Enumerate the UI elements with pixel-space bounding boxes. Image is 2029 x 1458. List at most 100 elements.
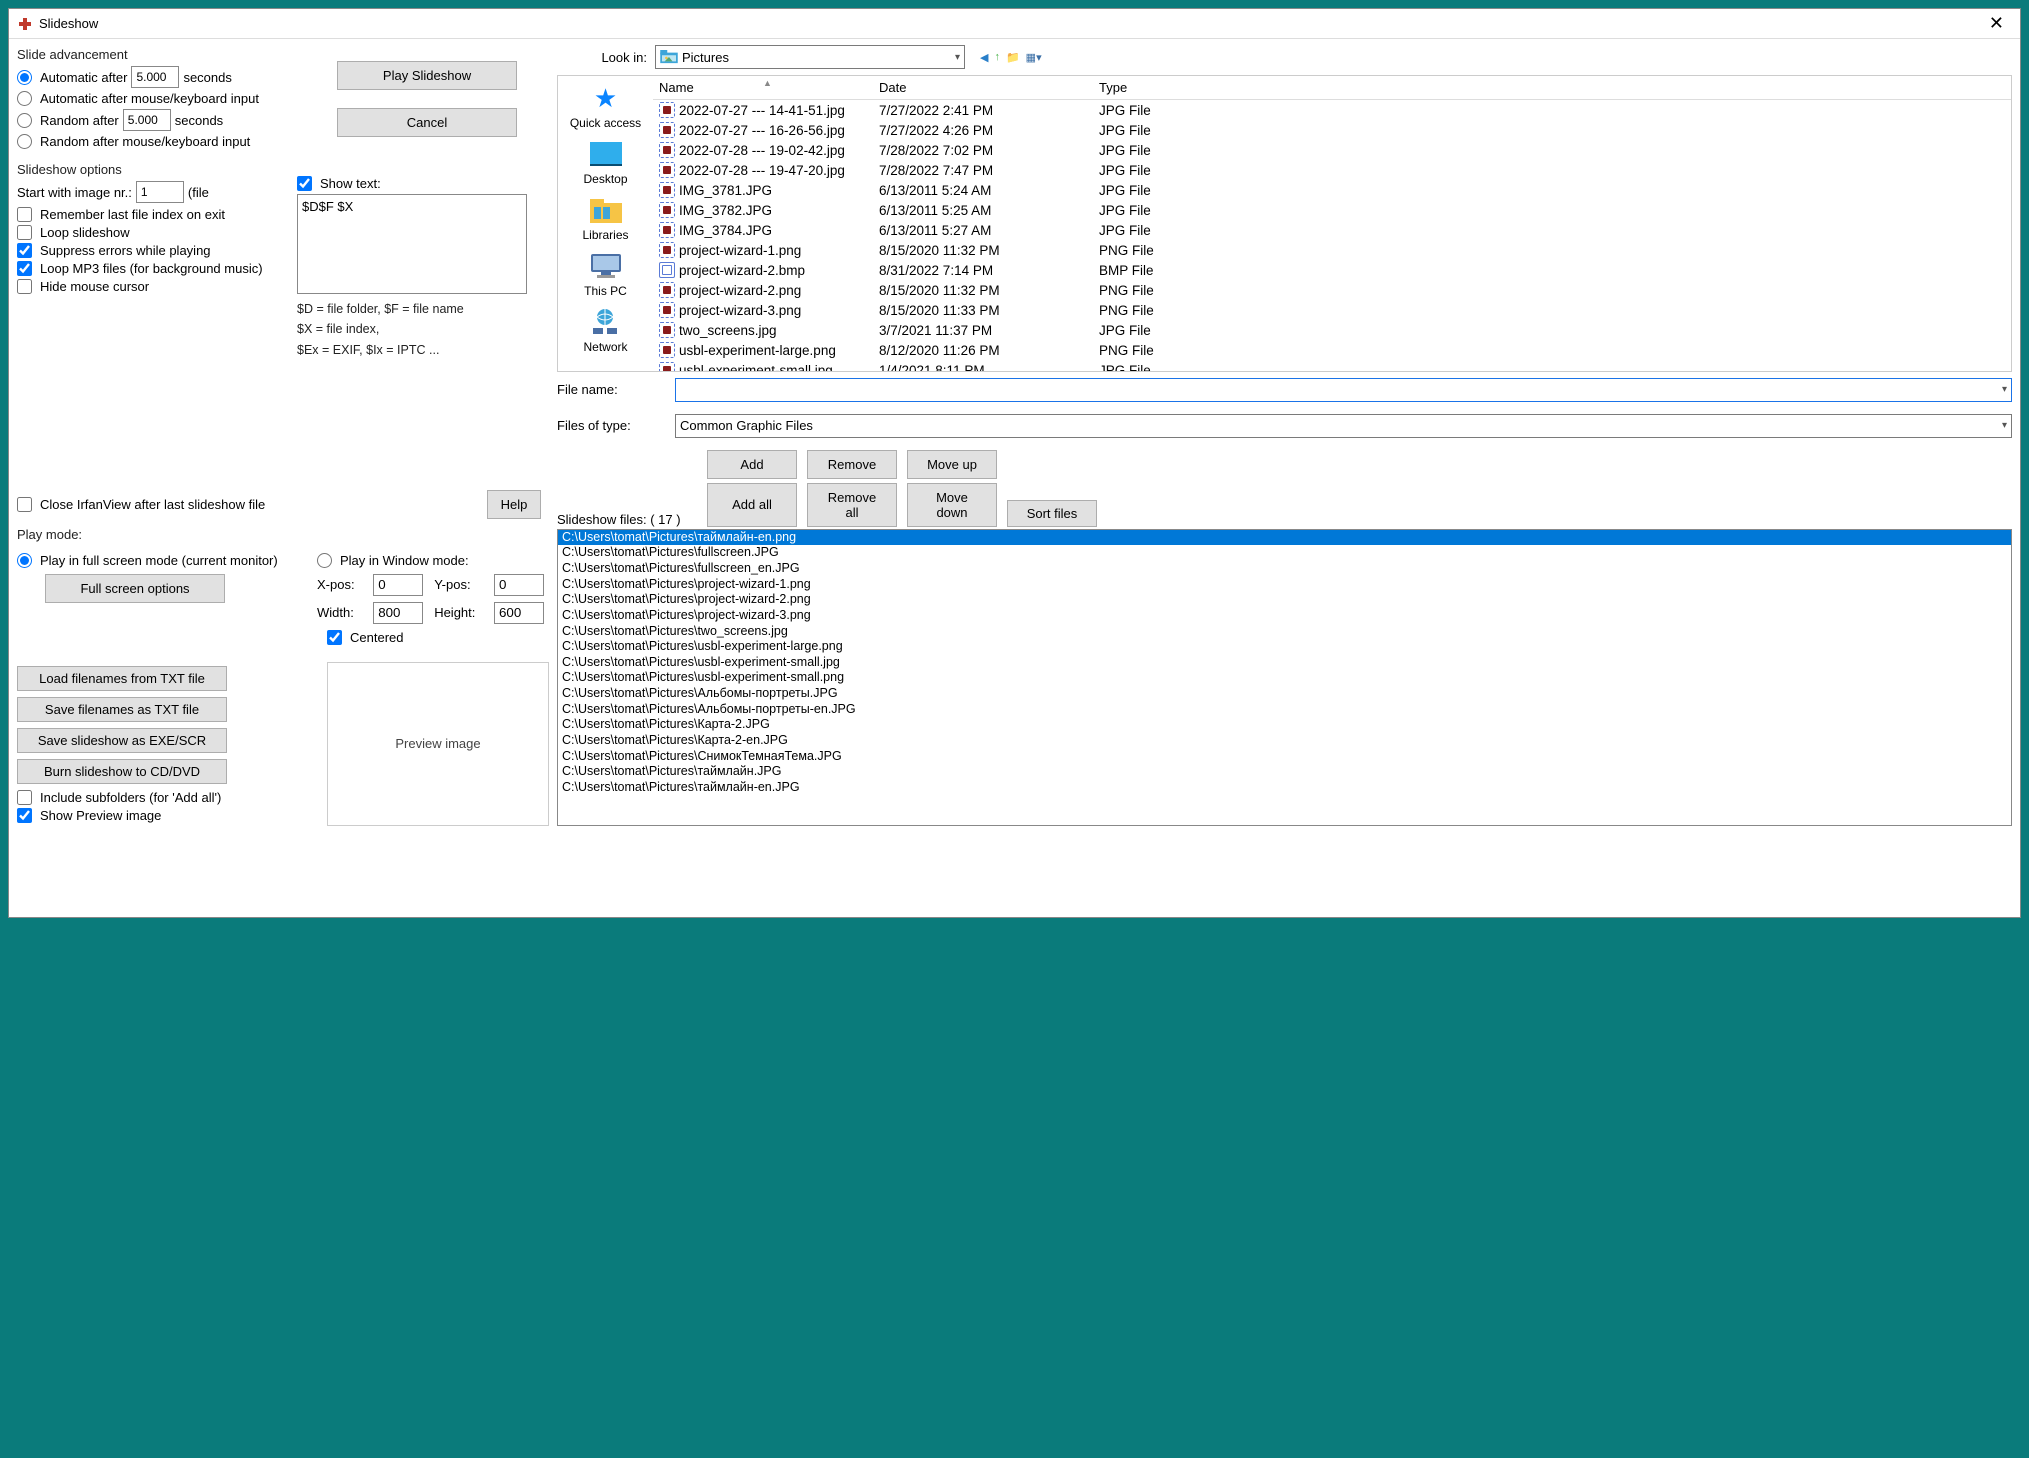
place-desktop[interactable]: Desktop — [583, 138, 627, 186]
label-filename: File name: — [557, 382, 667, 397]
remove-all-button[interactable]: Remove all — [807, 483, 897, 527]
auto-time-input[interactable] — [131, 66, 179, 88]
file-row[interactable]: project-wizard-1.png8/15/2020 11:32 PMPN… — [653, 240, 2011, 260]
file-date: 7/28/2022 7:47 PM — [879, 163, 1099, 178]
file-row[interactable]: IMG_3784.JPG6/13/2011 5:27 AMJPG File — [653, 220, 2011, 240]
height-input[interactable] — [494, 602, 544, 624]
radio-random-input[interactable] — [17, 134, 32, 149]
place-quick-access[interactable]: ★ Quick access — [570, 82, 641, 130]
view-menu-icon[interactable]: ▦▾ — [1025, 50, 1043, 65]
file-icon — [659, 262, 675, 278]
filename-input[interactable]: ▾ — [675, 378, 2012, 402]
width-input[interactable] — [373, 602, 423, 624]
file-row[interactable]: IMG_3781.JPG6/13/2011 5:24 AMJPG File — [653, 180, 2011, 200]
label-random-after: Random after — [40, 113, 119, 128]
place-libraries-label: Libraries — [582, 228, 628, 242]
play-slideshow-button[interactable]: Play Slideshow — [337, 61, 517, 90]
file-date: 7/27/2022 4:26 PM — [879, 123, 1099, 138]
check-remember[interactable] — [17, 207, 32, 222]
check-suppress[interactable] — [17, 243, 32, 258]
check-include-sub[interactable] — [17, 790, 32, 805]
burn-button[interactable]: Burn slideshow to CD/DVD — [17, 759, 227, 784]
file-row[interactable]: 2022-07-28 --- 19-47-20.jpg7/28/2022 7:4… — [653, 160, 2011, 180]
file-row[interactable]: project-wizard-3.png8/15/2020 11:33 PMPN… — [653, 300, 2011, 320]
slideshow-list-item[interactable]: C:\Users\tomat\Pictures\fullscreen.JPG — [558, 545, 2011, 561]
radio-random-after[interactable] — [17, 113, 32, 128]
file-row[interactable]: project-wizard-2.bmp8/31/2022 7:14 PMBMP… — [653, 260, 2011, 280]
lookin-combo[interactable]: Pictures ▾ — [655, 45, 965, 69]
section-options: Slideshow options — [17, 162, 289, 177]
move-up-button[interactable]: Move up — [907, 450, 997, 479]
slideshow-list-item[interactable]: C:\Users\tomat\Pictures\usbl-experiment-… — [558, 670, 2011, 686]
start-image-input[interactable] — [136, 181, 184, 203]
text-pattern-input[interactable]: $D$F $X — [297, 194, 527, 294]
col-type[interactable]: Type — [1099, 80, 2005, 95]
cancel-button[interactable]: Cancel — [337, 108, 517, 137]
file-type: PNG File — [1099, 283, 2005, 298]
move-down-button[interactable]: Move down — [907, 483, 997, 527]
check-centered[interactable] — [327, 630, 342, 645]
check-show-text[interactable] — [297, 176, 312, 191]
radio-auto-after[interactable] — [17, 70, 32, 85]
file-row[interactable]: project-wizard-2.png8/15/2020 11:32 PMPN… — [653, 280, 2011, 300]
remove-button[interactable]: Remove — [807, 450, 897, 479]
slideshow-files-list[interactable]: C:\Users\tomat\Pictures\таймлайн-en.pngC… — [557, 529, 2012, 826]
file-row[interactable]: usbl-experiment-small.jpg1/4/2021 8:11 P… — [653, 360, 2011, 371]
save-txt-button[interactable]: Save filenames as TXT file — [17, 697, 227, 722]
radio-auto-input[interactable] — [17, 91, 32, 106]
check-loop[interactable] — [17, 225, 32, 240]
ypos-input[interactable] — [494, 574, 544, 596]
save-exe-button[interactable]: Save slideshow as EXE/SCR — [17, 728, 227, 753]
slideshow-list-item[interactable]: C:\Users\tomat\Pictures\fullscreen_en.JP… — [558, 561, 2011, 577]
place-network-label: Network — [583, 340, 627, 354]
random-time-input[interactable] — [123, 109, 171, 131]
xpos-input[interactable] — [373, 574, 423, 596]
place-network[interactable]: Network — [583, 306, 627, 354]
slideshow-list-item[interactable]: C:\Users\tomat\Pictures\project-wizard-2… — [558, 592, 2011, 608]
help-button[interactable]: Help — [487, 490, 541, 519]
slideshow-list-item[interactable]: C:\Users\tomat\Pictures\таймлайн-en.png — [558, 530, 2011, 546]
check-close-after[interactable] — [17, 497, 32, 512]
slideshow-list-item[interactable]: C:\Users\tomat\Pictures\usbl-experiment-… — [558, 655, 2011, 671]
col-date[interactable]: Date — [879, 80, 1099, 95]
check-hide-cursor[interactable] — [17, 279, 32, 294]
place-this-pc[interactable]: This PC — [584, 250, 627, 298]
back-icon[interactable]: ◀ — [979, 50, 989, 65]
close-button[interactable]: ✕ — [1981, 13, 2012, 34]
file-row[interactable]: two_screens.jpg3/7/2021 11:37 PMJPG File — [653, 320, 2011, 340]
slideshow-list-item[interactable]: C:\Users\tomat\Pictures\project-wizard-3… — [558, 608, 2011, 624]
add-button[interactable]: Add — [707, 450, 797, 479]
slideshow-list-item[interactable]: C:\Users\tomat\Pictures\two_screens.jpg — [558, 624, 2011, 640]
slideshow-list-item[interactable]: C:\Users\tomat\Pictures\Карта-2.JPG — [558, 717, 2011, 733]
file-row[interactable]: IMG_3782.JPG6/13/2011 5:25 AMJPG File — [653, 200, 2011, 220]
slideshow-list-item[interactable]: C:\Users\tomat\Pictures\Карта-2-en.JPG — [558, 733, 2011, 749]
check-show-preview[interactable] — [17, 808, 32, 823]
file-row[interactable]: 2022-07-28 --- 19-02-42.jpg7/28/2022 7:0… — [653, 140, 2011, 160]
label-close-after: Close IrfanView after last slideshow fil… — [40, 497, 265, 512]
check-loop-mp3[interactable] — [17, 261, 32, 276]
file-row[interactable]: 2022-07-27 --- 14-41-51.jpg7/27/2022 2:4… — [653, 100, 2011, 120]
slideshow-list-item[interactable]: C:\Users\tomat\Pictures\usbl-experiment-… — [558, 639, 2011, 655]
load-txt-button[interactable]: Load filenames from TXT file — [17, 666, 227, 691]
file-row[interactable]: usbl-experiment-large.png8/12/2020 11:26… — [653, 340, 2011, 360]
filelist-header[interactable]: Name ▲ Date Type — [653, 76, 2011, 100]
filelist-body[interactable]: 2022-07-27 --- 14-41-51.jpg7/27/2022 2:4… — [653, 100, 2011, 371]
file-row[interactable]: 2022-07-27 --- 16-26-56.jpg7/27/2022 4:2… — [653, 120, 2011, 140]
add-all-button[interactable]: Add all — [707, 483, 797, 527]
slideshow-list-item[interactable]: C:\Users\tomat\Pictures\таймлайн.JPG — [558, 764, 2011, 780]
place-libraries[interactable]: Libraries — [582, 194, 628, 242]
slideshow-list-item[interactable]: C:\Users\tomat\Pictures\Альбомы-портреты… — [558, 702, 2011, 718]
slideshow-list-item[interactable]: C:\Users\tomat\Pictures\Альбомы-портреты… — [558, 686, 2011, 702]
file-date: 6/13/2011 5:27 AM — [879, 223, 1099, 238]
radio-fullscreen[interactable] — [17, 553, 32, 568]
fullscreen-options-button[interactable]: Full screen options — [45, 574, 225, 603]
sort-files-button[interactable]: Sort files — [1007, 500, 1097, 527]
filetype-combo[interactable]: Common Graphic Files ▾ — [675, 414, 2012, 438]
slideshow-list-item[interactable]: C:\Users\tomat\Pictures\project-wizard-1… — [558, 577, 2011, 593]
section-advance: Slide advancement — [17, 47, 317, 62]
slideshow-list-item[interactable]: C:\Users\tomat\Pictures\таймлайн-en.JPG — [558, 780, 2011, 796]
new-folder-icon[interactable]: 📁 — [1005, 50, 1021, 65]
radio-window[interactable] — [317, 553, 332, 568]
up-icon[interactable]: ↑ — [993, 50, 1001, 65]
slideshow-list-item[interactable]: C:\Users\tomat\Pictures\СнимокТемнаяТема… — [558, 749, 2011, 765]
